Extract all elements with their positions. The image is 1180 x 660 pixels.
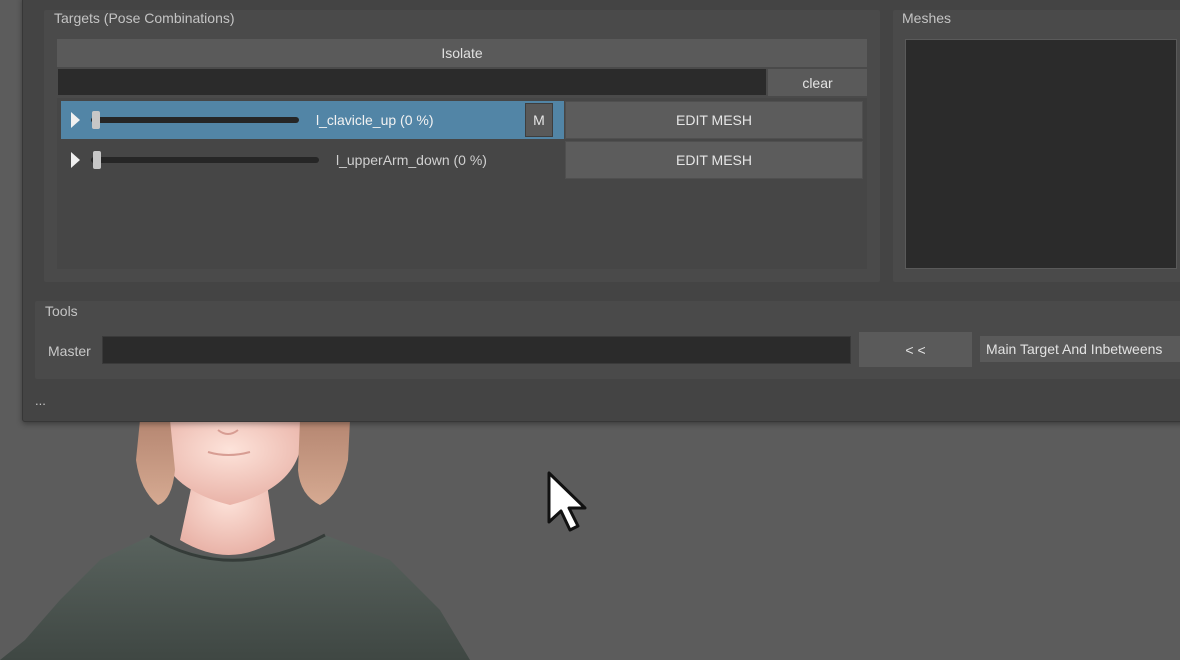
expand-arrow-icon[interactable] bbox=[71, 112, 80, 128]
target-name-label: l_upperArm_down (0 %) bbox=[336, 152, 487, 168]
weight-slider-handle[interactable] bbox=[92, 111, 100, 129]
clear-button[interactable]: clear bbox=[768, 69, 867, 96]
weight-slider-track[interactable] bbox=[91, 157, 319, 163]
edit-mesh-button[interactable]: EDIT MESH bbox=[565, 141, 863, 179]
hair-left bbox=[136, 420, 175, 505]
target-row-l-upperarm-down[interactable]: l_upperArm_down (0 %) bbox=[61, 141, 564, 179]
target-mode-dropdown[interactable]: Main Target And Inbetweens bbox=[980, 336, 1180, 362]
meshes-group-title: Meshes bbox=[902, 10, 952, 26]
mouse-pointer-icon bbox=[547, 471, 587, 532]
target-row-l-clavicle-up[interactable]: l_clavicle_up (0 %) M bbox=[61, 101, 564, 139]
load-master-button[interactable]: < < bbox=[859, 332, 972, 367]
target-filter-input[interactable] bbox=[58, 69, 766, 95]
status-ellipsis: ... bbox=[35, 393, 46, 408]
weight-slider-handle[interactable] bbox=[93, 151, 101, 169]
master-label: Master bbox=[48, 343, 91, 359]
master-input[interactable] bbox=[102, 336, 851, 364]
tools-group-title: Tools bbox=[45, 303, 78, 319]
expand-arrow-icon[interactable] bbox=[71, 152, 80, 168]
face bbox=[160, 420, 300, 505]
edit-mesh-button[interactable]: EDIT MESH bbox=[565, 101, 863, 139]
mirror-button[interactable]: M bbox=[525, 103, 553, 137]
meshes-list[interactable] bbox=[905, 39, 1177, 269]
targets-group-title: Targets (Pose Combinations) bbox=[54, 10, 235, 26]
hair-right bbox=[298, 420, 350, 505]
isolate-button[interactable]: Isolate bbox=[57, 39, 867, 67]
weight-slider-track[interactable] bbox=[91, 117, 299, 123]
target-name-label: l_clavicle_up (0 %) bbox=[316, 112, 434, 128]
